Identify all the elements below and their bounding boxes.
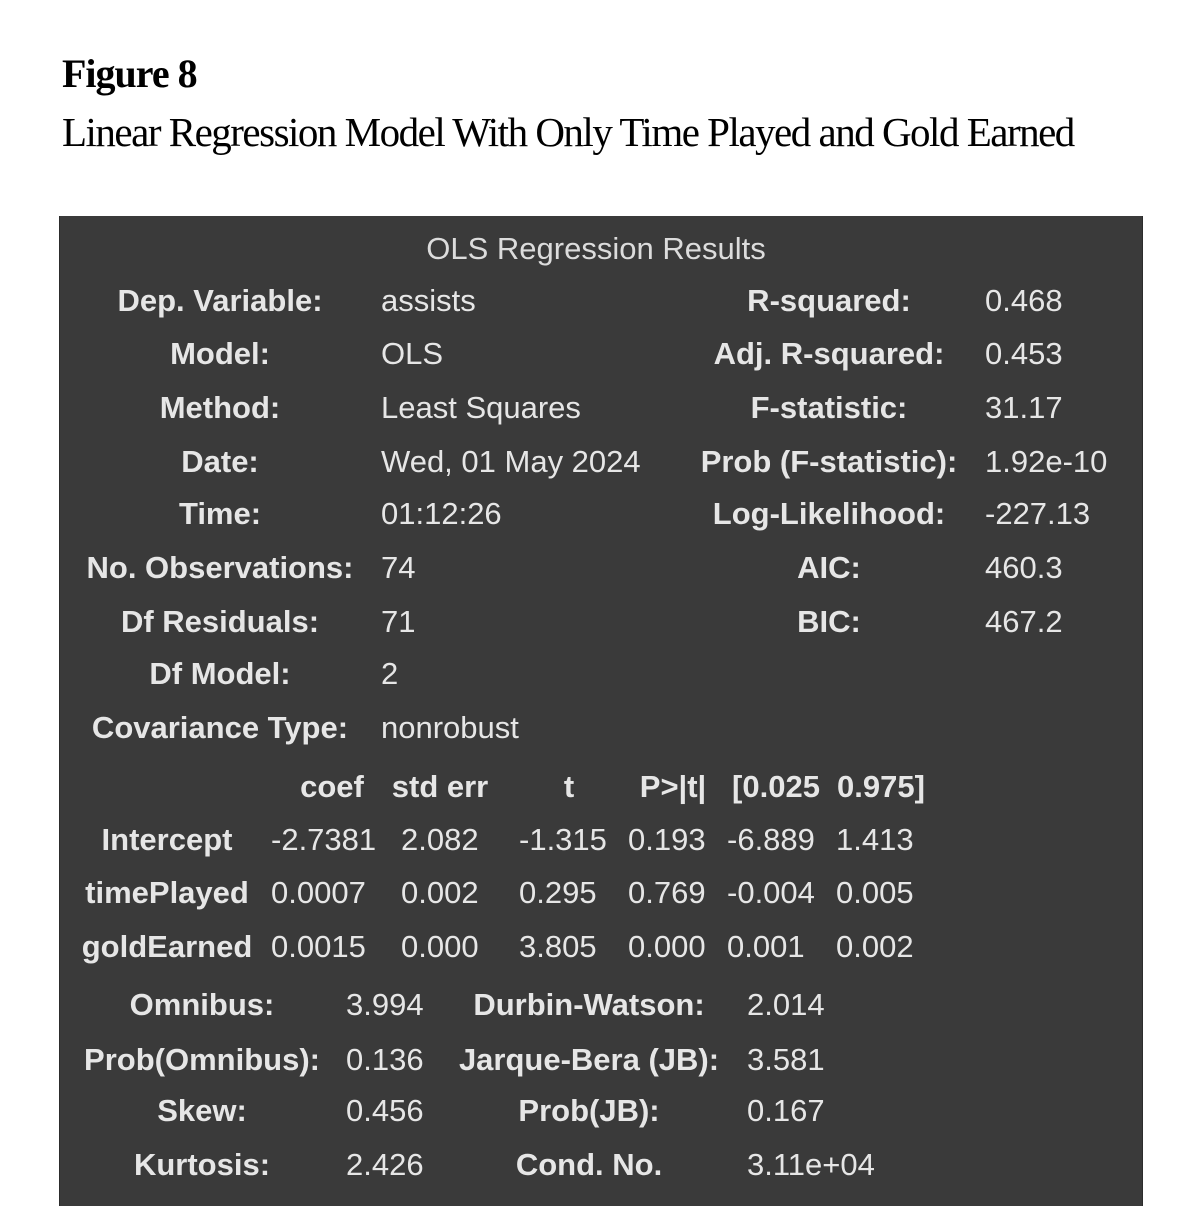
- table-cell: 0.002: [401, 875, 479, 910]
- summary-value: 460.3: [985, 550, 1063, 585]
- summary-value: Least Squares: [381, 390, 581, 425]
- table-cell: 3.805: [519, 929, 597, 964]
- table-cell: 2.082: [401, 822, 479, 857]
- diag-value: 0.136: [346, 1042, 424, 1077]
- diag-value: 0.456: [346, 1093, 424, 1128]
- summary-value: assists: [381, 283, 476, 318]
- diag-value: 2.014: [747, 987, 825, 1022]
- table-cell: 0.002: [836, 929, 914, 964]
- summary-label: Method:: [159, 390, 281, 425]
- summary-value: -227.13: [985, 496, 1091, 531]
- diag-value: 2.426: [346, 1147, 424, 1182]
- summary-label: Date:: [181, 444, 259, 479]
- summary-value: 467.2: [985, 604, 1063, 639]
- table-cell: 0.000: [628, 929, 706, 964]
- diag-value: 3.581: [747, 1042, 825, 1077]
- coef-row-name: Intercept: [101, 822, 233, 857]
- summary-label: Dep. Variable:: [117, 283, 323, 318]
- summary-label: F-statistic:: [750, 390, 908, 425]
- table-cell: 0.769: [628, 875, 706, 910]
- summary-value: nonrobust: [381, 710, 519, 745]
- table-cell: 0.005: [836, 875, 914, 910]
- table-cell: -2.7381: [271, 822, 377, 857]
- table-cell: 0.000: [401, 929, 479, 964]
- summary-value: OLS: [381, 336, 444, 371]
- diag-label: Kurtosis:: [133, 1147, 271, 1182]
- diag-label: Cond. No.: [515, 1147, 663, 1182]
- summary-label: AIC:: [797, 550, 861, 585]
- diag-label: Prob(Omnibus):: [84, 1042, 320, 1077]
- coef-header: 0.975]: [837, 769, 925, 804]
- figure-caption: Linear Regression Model With Only Time P…: [62, 109, 1075, 155]
- table-cell: 1.413: [836, 822, 914, 857]
- coef-header: t: [563, 769, 575, 804]
- coef-header: [0.025: [732, 769, 820, 804]
- summary-label: Df Residuals:: [120, 604, 320, 639]
- diag-value: 0.167: [747, 1093, 825, 1128]
- table-cell: -0.004: [727, 875, 815, 910]
- summary-label: No. Observations:: [86, 550, 354, 585]
- summary-value: 31.17: [985, 390, 1063, 425]
- figure-label: Figure 8: [62, 51, 198, 96]
- summary-label: Df Model:: [149, 656, 291, 691]
- diag-value: 3.11e+04: [747, 1147, 875, 1182]
- diag-label: Prob(JB):: [518, 1093, 660, 1128]
- summary-value: Wed, 01 May 2024: [381, 444, 641, 479]
- coef-row-name: timePlayed: [85, 875, 249, 910]
- diag-value: 3.994: [346, 987, 424, 1022]
- diag-label: Skew:: [157, 1093, 247, 1128]
- summary-value: 74: [381, 550, 416, 585]
- summary-label: Model:: [170, 336, 270, 371]
- coef-header: coef: [300, 769, 364, 804]
- summary-value: 01:12:26: [381, 496, 502, 531]
- summary-value: 0.453: [985, 336, 1063, 371]
- summary-label: BIC:: [797, 604, 861, 639]
- summary-label: Log-Likelihood:: [712, 496, 946, 531]
- coef-header: std err: [391, 769, 489, 804]
- table-cell: 0.0015: [271, 929, 366, 964]
- coef-row-name: goldEarned: [81, 929, 253, 964]
- table-cell: -1.315: [519, 822, 607, 857]
- summary-label: Prob (F-statistic):: [700, 444, 958, 479]
- diag-label: Jarque-Bera (JB):: [458, 1042, 720, 1077]
- table-cell: 0.295: [519, 875, 597, 910]
- summary-label: Covariance Type:: [91, 710, 349, 745]
- table-title: OLS Regression Results: [426, 231, 766, 266]
- diag-label: Durbin-Watson:: [473, 987, 705, 1022]
- table-cell: -6.889: [727, 822, 815, 857]
- summary-label: R-squared:: [747, 283, 911, 318]
- table-cell: 0.193: [628, 822, 706, 857]
- table-cell: 0.001: [727, 929, 805, 964]
- summary-label: Time:: [178, 496, 262, 531]
- summary-label: Adj. R-squared:: [713, 336, 945, 371]
- summary-value: 2: [381, 656, 399, 691]
- summary-value: 1.92e-10: [985, 444, 1108, 479]
- coef-header: P>|t|: [639, 769, 707, 804]
- diag-label: Omnibus:: [129, 987, 275, 1022]
- summary-value: 0.468: [985, 283, 1063, 318]
- summary-value: 71: [381, 604, 416, 639]
- regression-results-panel: OLS Regression Results Dep. Variable: as…: [59, 216, 1143, 1206]
- table-cell: 0.0007: [271, 875, 366, 910]
